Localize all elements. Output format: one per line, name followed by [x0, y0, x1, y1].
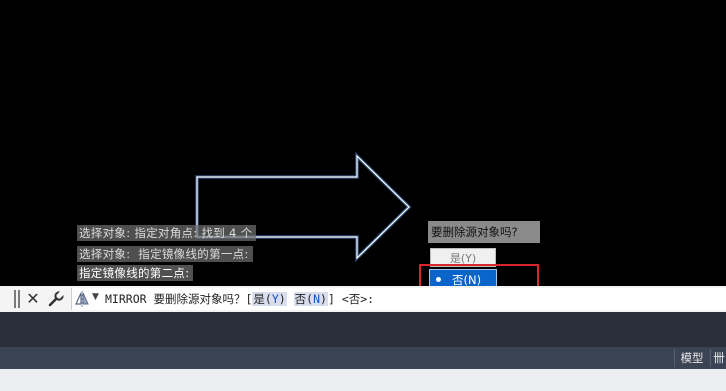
status-bar: 模型 卌: [0, 347, 726, 369]
command-history-line-1: 选择对象: 指定对角点: 找到 4 个: [77, 225, 257, 241]
command-history-line-2: 选择对象: 指定镜像线的第一点:: [77, 246, 253, 262]
layout-tabs-area: [0, 312, 726, 347]
command-history-line-3: 指定镜像线的第二点:: [77, 265, 194, 281]
drag-handle-icon[interactable]: [14, 290, 20, 308]
command-name: MIRROR: [105, 292, 147, 306]
model-space-button[interactable]: 模型: [674, 349, 709, 367]
command-prompt: 要删除源对象吗？[: [146, 292, 253, 306]
window-bottom-strip: [0, 369, 726, 391]
option-yes[interactable]: 是(Y): [430, 248, 496, 267]
mirror-command-icon[interactable]: [75, 291, 89, 307]
wrench-icon[interactable]: [47, 289, 66, 308]
command-default: ] <否>:: [327, 292, 375, 306]
drawing-canvas[interactable]: 选择对象: 指定对角点: 找到 4 个 选择对象: 指定镜像线的第一点: 指定镜…: [0, 0, 726, 310]
selected-bullet-icon: [436, 277, 441, 282]
command-input[interactable]: ▼ MIRROR 要删除源对象吗？[是(Y) 否(N)] <否>:: [71, 288, 726, 310]
grid-icon[interactable]: 卌: [710, 349, 726, 367]
option-no-label: 否(N): [452, 273, 482, 287]
selected-arrow-shape[interactable]: [0, 0, 726, 286]
dynamic-prompt-title: 要删除源对象吗?: [428, 221, 540, 243]
command-option-yes[interactable]: 是(Y): [252, 292, 287, 306]
command-option-no[interactable]: 否(N): [293, 292, 328, 306]
close-icon[interactable]: ✕: [25, 287, 41, 311]
dropdown-arrow-icon[interactable]: ▼: [92, 292, 99, 302]
command-line-bar: ✕ ▼ MIRROR 要删除源对象吗？[是(Y) 否(N)] <否>:: [0, 286, 726, 312]
command-prompt-text: MIRROR 要删除源对象吗？[是(Y) 否(N)] <否>:: [105, 288, 374, 310]
